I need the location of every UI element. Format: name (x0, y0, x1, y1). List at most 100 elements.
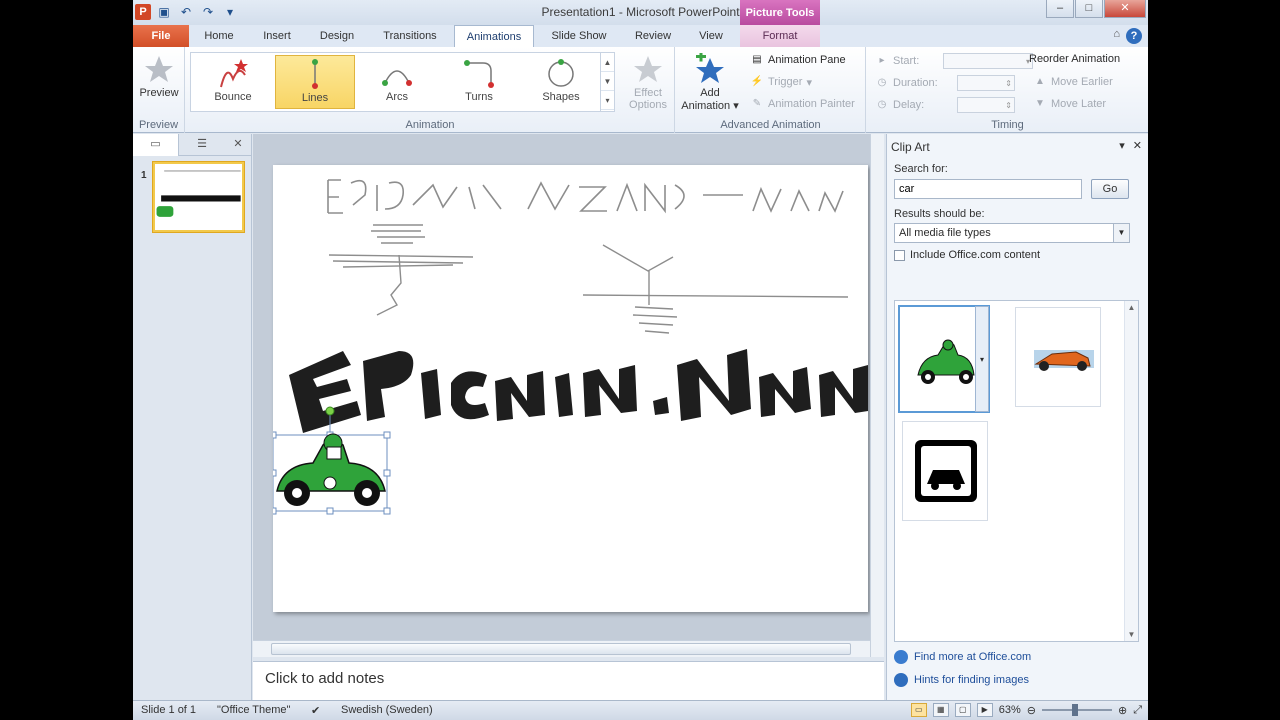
animation-pane-button[interactable]: ▤ Animation Pane (750, 53, 845, 67)
slides-tab-icon[interactable]: ▭ (133, 134, 179, 156)
status-bar: Slide 1 of 1 "Office Theme" ✔ Swedish (S… (133, 700, 1148, 720)
animation-painter-button[interactable]: ✎ Animation Painter (750, 97, 855, 111)
duration-spinner[interactable]: ⇕ (957, 75, 1015, 91)
chevron-down-icon[interactable]: ▼ (1113, 224, 1129, 242)
race-car-thumbnail (1034, 350, 1094, 371)
clip-dropdown-icon[interactable]: ▾ (975, 306, 989, 412)
tab-review[interactable]: Review (623, 25, 683, 47)
scroll-down-icon[interactable]: ▼ (1125, 630, 1138, 639)
gallery-up-icon[interactable]: ▲ (601, 53, 614, 72)
tab-insert[interactable]: Insert (249, 25, 305, 47)
tab-animations[interactable]: Animations (454, 25, 534, 47)
minimize-button[interactable]: – (1046, 0, 1074, 18)
move-later-icon: ▼ (1035, 98, 1045, 109)
preview-button[interactable]: Preview (137, 53, 181, 99)
move-earlier-button[interactable]: ▲ Move Earlier (1033, 75, 1113, 89)
close-button[interactable]: ✕ (1104, 0, 1146, 18)
find-more-link[interactable]: Find more at Office.com (894, 650, 1031, 664)
tab-format[interactable]: Format (740, 25, 820, 47)
preview-group: Preview Preview (133, 47, 185, 133)
tab-file[interactable]: File (133, 25, 189, 47)
clip-car-green[interactable]: ▾ (898, 305, 990, 413)
clip-car-sign[interactable] (902, 421, 988, 521)
effect-options-button[interactable]: Effect Options (626, 53, 670, 111)
clip-race-car[interactable] (1015, 307, 1101, 407)
start-dropdown[interactable]: ▾ (943, 53, 1033, 69)
include-office-checkbox[interactable] (894, 249, 905, 261)
star-icon (145, 56, 173, 82)
spelling-check-icon[interactable]: ✔ (311, 704, 320, 717)
horizontal-scrollbar[interactable] (253, 640, 870, 657)
powerpoint-window: P ▣ ↶ ↷ ▾ Presentation1 - Microsoft Powe… (133, 0, 1148, 720)
normal-view-icon[interactable]: ▭ (910, 703, 927, 717)
media-type-select[interactable]: All media file types ▼ (894, 223, 1130, 243)
fit-to-window-icon[interactable]: ⤢ (1133, 704, 1142, 717)
reading-view-icon[interactable]: ▢ (954, 703, 971, 717)
gallery-more-icon[interactable]: ▾ (601, 91, 614, 110)
timing-group-label: Timing (991, 119, 1024, 131)
picture-tools-context: Picture Tools (740, 0, 820, 25)
title-bar: P ▣ ↶ ↷ ▾ Presentation1 - Microsoft Powe… (133, 0, 1148, 25)
results-scrollbar[interactable]: ▲ ▼ (1124, 301, 1138, 641)
help-icon (894, 673, 908, 687)
close-pane-icon[interactable]: ✕ (1133, 139, 1142, 152)
notes-pane[interactable]: Click to add notes (253, 661, 884, 700)
outline-tab-icon[interactable]: ☰ (179, 134, 225, 156)
gallery-item-arcs[interactable]: Arcs (357, 55, 437, 109)
zoom-slider[interactable] (1041, 704, 1112, 716)
gallery-item-bounce[interactable]: Bounce (193, 55, 273, 109)
horizontal-scroll-thumb[interactable] (271, 643, 851, 655)
shapes-icon (548, 59, 574, 87)
search-label: Search for: (894, 163, 948, 175)
gallery-item-shapes[interactable]: Shapes (521, 55, 601, 109)
slide-thumbnail[interactable] (152, 161, 245, 233)
tab-transitions[interactable]: Transitions (369, 25, 451, 47)
animation-pane-icon: ▤ (752, 54, 762, 65)
delay-icon: ◷ (877, 99, 887, 110)
zoom-out-icon[interactable]: ⊖ (1027, 704, 1036, 717)
go-button[interactable]: Go (1091, 179, 1129, 199)
sketch-figure (328, 224, 849, 334)
tab-slide-show[interactable]: Slide Show (538, 25, 620, 47)
animation-group-label: Animation (405, 119, 455, 131)
scroll-up-icon[interactable]: ▲ (1125, 303, 1138, 312)
gallery-scroll[interactable]: ▲ ▼ ▾ (600, 53, 614, 111)
slideshow-view-icon[interactable]: ▶ (976, 703, 993, 717)
start-row: ▸ Start: ▾ (875, 53, 1033, 69)
move-earlier-icon: ▲ (1035, 76, 1045, 87)
vertical-scrollbar[interactable] (870, 134, 884, 657)
trigger-button[interactable]: ⚡ Trigger ▾ (750, 75, 812, 89)
language[interactable]: Swedish (Sweden) (341, 704, 433, 716)
duration-icon: ◷ (877, 77, 887, 88)
clip-art-pane: Clip Art ▾ ✕ Search for: Go Results shou… (886, 134, 1148, 700)
zoom-in-icon[interactable]: ⊕ (1118, 704, 1127, 717)
window-controls: – □ ✕ (1046, 0, 1146, 18)
hints-link[interactable]: Hints for finding images (894, 673, 1029, 687)
arcs-icon (382, 70, 412, 86)
maximize-button[interactable]: □ (1075, 0, 1103, 18)
help-icon[interactable]: ? (1126, 28, 1142, 44)
include-office-label: Include Office.com content (910, 249, 1041, 261)
delay-spinner[interactable]: ⇕ (957, 97, 1015, 113)
theme-name[interactable]: "Office Theme" (217, 704, 290, 716)
move-later-button[interactable]: ▼ Move Later (1033, 97, 1106, 111)
pane-options-icon[interactable]: ▾ (1119, 139, 1125, 152)
slide-canvas[interactable] (269, 165, 868, 612)
advanced-animation-group-label: Advanced Animation (720, 119, 821, 131)
tab-home[interactable]: Home (193, 25, 245, 47)
gallery-item-lines[interactable]: Lines (275, 55, 355, 109)
zoom-level[interactable]: 63% (999, 704, 1021, 716)
turns-icon (464, 60, 494, 88)
tab-design[interactable]: Design (309, 25, 365, 47)
close-pane-icon[interactable]: ✕ (225, 134, 251, 156)
add-animation-button[interactable]: Add Animation ▾ (678, 53, 742, 112)
slide-sorter-icon[interactable]: ▦ (932, 703, 949, 717)
zoom-slider-handle[interactable] (1071, 704, 1078, 716)
reorder-label: Reorder Animation (1029, 53, 1121, 65)
ribbon-tabs: File Home Insert Design Transitions Anim… (133, 25, 1148, 47)
search-input[interactable] (894, 179, 1082, 199)
collapse-ribbon-icon[interactable]: ⌂ (1113, 28, 1120, 44)
gallery-down-icon[interactable]: ▼ (601, 72, 614, 91)
tab-view[interactable]: View (686, 25, 736, 47)
gallery-item-turns[interactable]: Turns (439, 55, 519, 109)
